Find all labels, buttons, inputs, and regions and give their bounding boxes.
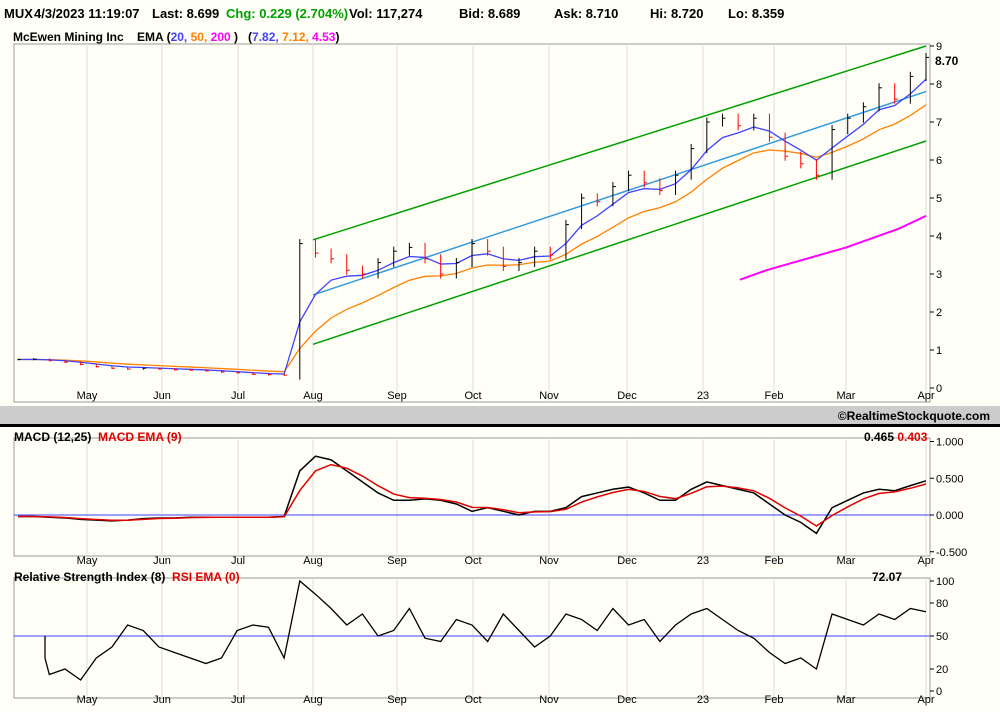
x-tick-label: Apr bbox=[917, 694, 934, 706]
y-tick-label: 4 bbox=[936, 231, 942, 243]
price-panel-legend: McEwen Mining Inc EMA (20, 50, 200 ) (7.… bbox=[13, 30, 339, 44]
y-tick-label: 80 bbox=[936, 598, 948, 610]
x-tick-label: Nov bbox=[539, 390, 559, 402]
x-tick-label: May bbox=[77, 390, 98, 402]
x-tick-label: Jul bbox=[231, 390, 245, 402]
y-tick-label: 1.000 bbox=[936, 437, 964, 449]
x-tick-label: Mar bbox=[837, 390, 856, 402]
ema-close: ) bbox=[234, 30, 239, 44]
x-tick-label: Apr bbox=[917, 390, 934, 402]
x-tick-label: Sep bbox=[387, 390, 407, 402]
x-tick-label: Aug bbox=[303, 694, 323, 706]
y-tick-label: 50 bbox=[936, 631, 948, 643]
y-tick-label: 3 bbox=[936, 269, 942, 281]
x-tick-label: Oct bbox=[464, 694, 481, 706]
separator-band: ©RealtimeStockquote.com bbox=[0, 406, 1000, 427]
x-tick-label: 23 bbox=[697, 694, 709, 706]
x-tick-label: Feb bbox=[765, 390, 784, 402]
x-tick-label: May bbox=[77, 555, 98, 567]
x-tick-label: Aug bbox=[303, 555, 323, 567]
rsi-ema-label: RSI EMA (0) bbox=[172, 570, 240, 584]
rsi-label: Relative Strength Index (8) bbox=[14, 570, 166, 584]
x-tick-label: Mar bbox=[837, 555, 856, 567]
x-tick-label: May bbox=[77, 694, 98, 706]
x-tick-label: Jun bbox=[153, 555, 171, 567]
y-tick-label: 6 bbox=[936, 155, 942, 167]
x-tick-label: 23 bbox=[697, 555, 709, 567]
x-tick-label: Sep bbox=[387, 555, 407, 567]
macd-values: 0.465 0.403 bbox=[864, 430, 927, 444]
y-tick-label: 7 bbox=[936, 117, 942, 129]
x-tick-label: Feb bbox=[765, 694, 784, 706]
y-tick-label: 0.500 bbox=[936, 473, 964, 485]
x-tick-label: Apr bbox=[917, 555, 934, 567]
y-tick-label: 100 bbox=[936, 576, 954, 588]
stock-chart: May Jun Jul Aug Sep Oct Nov Dec 23 Feb Mar Apr01234… bbox=[13, 41, 967, 706]
company-name: McEwen Mining Inc bbox=[13, 30, 124, 44]
x-tick-label: Dec bbox=[617, 390, 637, 402]
macd-signal-label: MACD EMA (9) bbox=[98, 430, 182, 444]
rsi-legend: Relative Strength Index (8) RSI EMA (0) bbox=[14, 570, 240, 584]
last-price-tag: 8.70 bbox=[935, 54, 959, 68]
y-tick-label: 9 bbox=[936, 41, 942, 53]
y-tick-label: 8 bbox=[936, 79, 942, 91]
y-tick-label: 20 bbox=[936, 664, 948, 676]
macd-label: MACD (12,25) bbox=[14, 430, 92, 444]
x-tick-label: Dec bbox=[617, 555, 637, 567]
y-tick-label: 1 bbox=[936, 345, 942, 357]
macd-signal-value: 0.403 bbox=[897, 430, 928, 444]
x-tick-label: Feb bbox=[765, 555, 784, 567]
y-tick-label: 2 bbox=[936, 307, 942, 319]
rsi-panel-frame bbox=[13, 577, 931, 699]
macd-value: 0.465 bbox=[864, 430, 895, 444]
x-tick-label: 23 bbox=[697, 390, 709, 402]
rsi-value: 72.07 bbox=[872, 570, 903, 584]
x-tick-label: Nov bbox=[539, 555, 559, 567]
y-tick-label: 5 bbox=[936, 193, 942, 205]
ema20-value: 7.82, bbox=[252, 30, 279, 44]
macd-panel-frame bbox=[13, 437, 931, 557]
y-tick-label: 0.000 bbox=[936, 510, 964, 522]
y-tick-label: -0.500 bbox=[936, 547, 967, 559]
x-tick-label: Jun bbox=[153, 390, 171, 402]
x-tick-label: Mar bbox=[837, 694, 856, 706]
ema-vals-close: ) bbox=[335, 30, 340, 44]
y-tick-label: 0 bbox=[936, 686, 942, 698]
ema50-value: 7.12, bbox=[282, 30, 309, 44]
x-tick-label: Jul bbox=[231, 555, 245, 567]
x-tick-label: Aug bbox=[303, 390, 323, 402]
x-tick-label: Nov bbox=[539, 694, 559, 706]
x-tick-label: Jul bbox=[231, 694, 245, 706]
x-tick-label: Oct bbox=[464, 555, 481, 567]
x-tick-label: Oct bbox=[464, 390, 481, 402]
price-panel-frame bbox=[13, 43, 931, 403]
ema50-period: 50, bbox=[190, 30, 208, 44]
y-tick-label: 0 bbox=[936, 383, 942, 395]
ema200-period: 200 bbox=[210, 30, 231, 44]
x-tick-label: Dec bbox=[617, 694, 637, 706]
macd-legend: MACD (12,25) MACD EMA (9) bbox=[14, 430, 182, 444]
x-tick-label: Jun bbox=[153, 694, 171, 706]
copyright[interactable]: ©RealtimeStockquote.com bbox=[838, 409, 990, 423]
ema200-value: 4.53 bbox=[312, 30, 336, 44]
ema20-period: 20, bbox=[170, 30, 188, 44]
x-tick-label: Sep bbox=[387, 694, 407, 706]
ema-label: EMA ( bbox=[137, 30, 171, 44]
